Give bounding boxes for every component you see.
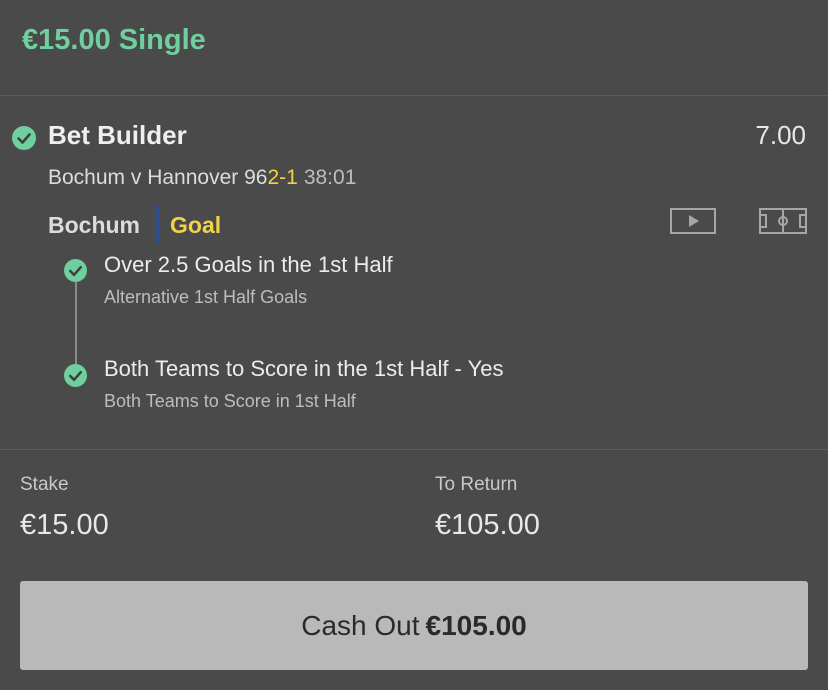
pitch-icon[interactable] (759, 208, 807, 239)
leg-selection: Both Teams to Score in the 1st Half - Ye… (104, 356, 504, 381)
bet-builder-title: Bet Builder (48, 120, 187, 150)
match-clock: 38:01 (303, 166, 357, 189)
check-circle-icon (64, 259, 87, 282)
match-name: Bochum v Hannover 96 (48, 166, 268, 189)
cash-out-label: Cash Out (301, 609, 420, 641)
bet-header: €15.00 Single (0, 0, 828, 96)
play-video-icon[interactable] (670, 208, 716, 239)
match-info[interactable]: Bochum v Hannover 962-1 38:01 (48, 166, 356, 190)
stake-value: €15.00 (20, 509, 109, 541)
cash-out-button[interactable]: Cash Out €105.00 (20, 581, 808, 670)
cash-out-amount: €105.00 (425, 609, 527, 641)
stake-label: Stake (20, 474, 69, 495)
check-circle-icon (64, 364, 87, 387)
event-team: Bochum (48, 212, 140, 238)
event-type: Goal (170, 212, 222, 238)
match-score: 2-1 (267, 166, 298, 189)
return-value: €105.00 (435, 509, 540, 541)
bet-odds: 7.00 (755, 120, 806, 150)
check-circle-icon (12, 126, 36, 150)
legs-connector (75, 282, 77, 376)
bet-summary-title: €15.00 Single (22, 24, 206, 56)
leg-market: Alternative 1st Half Goals (104, 287, 308, 307)
leg-market: Both Teams to Score in 1st Half (104, 391, 356, 411)
return-label: To Return (435, 474, 518, 495)
section-divider (0, 449, 828, 450)
leg-selection: Over 2.5 Goals in the 1st Half (104, 252, 393, 277)
team-color-divider (156, 206, 159, 244)
